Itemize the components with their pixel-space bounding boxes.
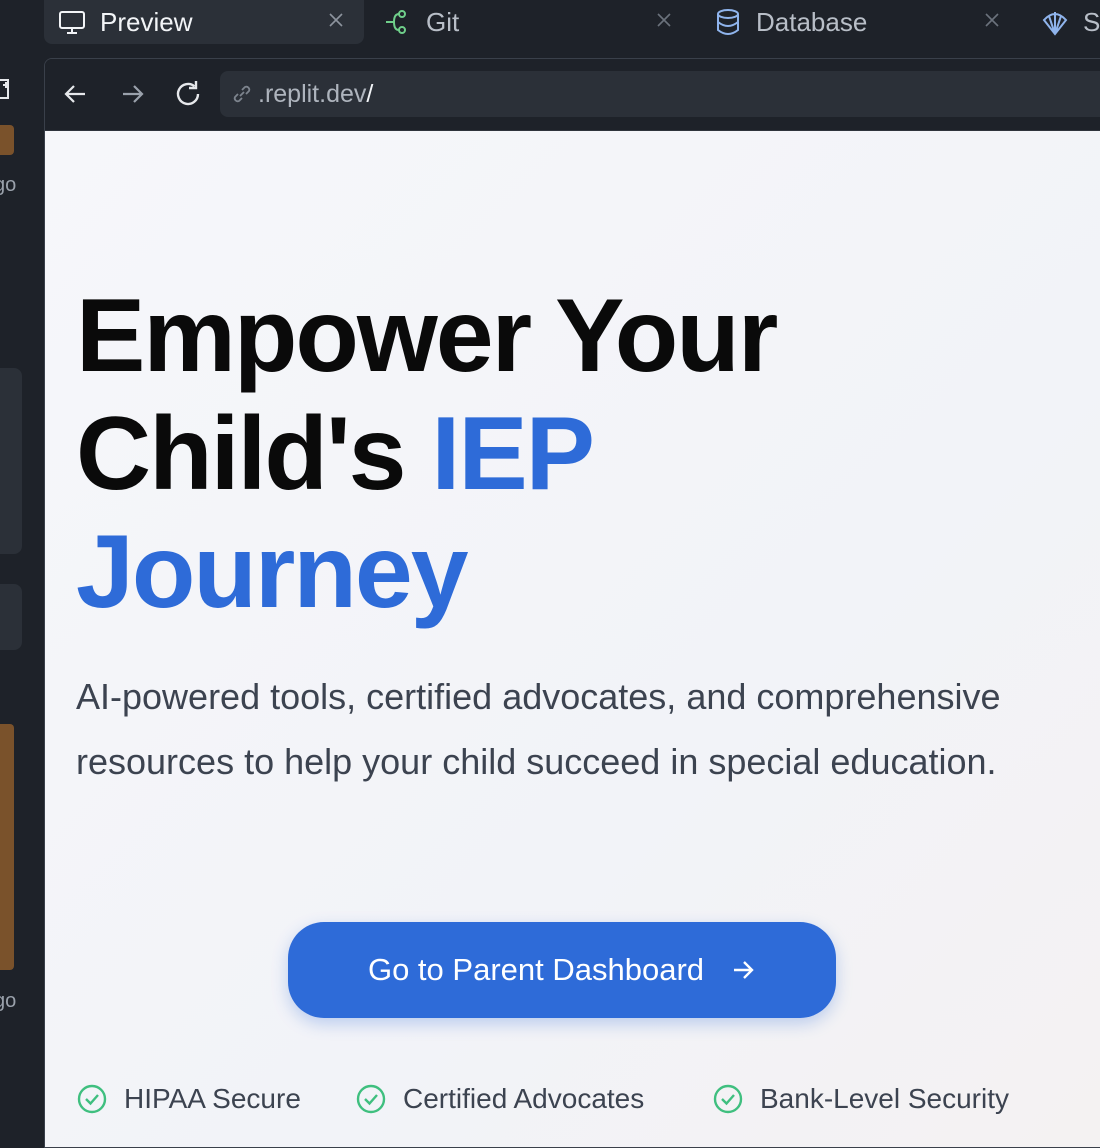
url-bar[interactable]: .replit.dev /: [220, 71, 1100, 117]
arrow-right-icon: [734, 961, 754, 979]
trust-badge-label: Bank-Level Security: [760, 1083, 1010, 1114]
headline-accent-journey: Journey: [76, 514, 469, 630]
sidebar-card[interactable]: [0, 125, 14, 155]
tab-label: Database: [756, 6, 868, 37]
check-circle-icon: [713, 1084, 743, 1114]
sidebar-card[interactable]: [0, 724, 14, 970]
tab-label: Git: [426, 6, 460, 37]
headline-line-2: Child's: [76, 396, 432, 512]
shell-icon: [1042, 12, 1068, 36]
refresh-icon: [176, 81, 200, 106]
hero-headline: Empower Your Child's IEP Journey: [76, 277, 1036, 631]
trust-badge: Certified Advocates: [355, 1083, 644, 1115]
preview-window: .replit.dev / Empower Your Child's IEP Jo…: [44, 58, 1100, 1148]
url-text: .replit.dev: [258, 79, 367, 108]
link-icon: [233, 85, 251, 103]
left-panel: go go: [0, 0, 44, 1144]
tab-preview[interactable]: Preview: [44, 0, 364, 44]
cta-label: Go to Parent Dashboard: [367, 952, 705, 987]
close-icon[interactable]: [324, 8, 348, 32]
back-button[interactable]: [61, 79, 91, 109]
browser-toolbar: .replit.dev /: [45, 59, 1100, 131]
url-suffix: /: [366, 79, 374, 108]
sidebar-fragment-label: go: [0, 990, 16, 1012]
forward-button[interactable]: [117, 79, 147, 109]
arrow-right-icon: [123, 85, 144, 103]
arrow-left-icon: [64, 85, 85, 103]
parent-dashboard-button[interactable]: Go to Parent Dashboard: [288, 922, 836, 1018]
sidebar-card[interactable]: [0, 368, 22, 554]
hero-subheadline: AI-powered tools, certified advocates, a…: [76, 676, 1001, 782]
trust-badge-label: Certified Advocates: [403, 1083, 645, 1114]
headline-line-1: Empower Your: [76, 278, 778, 394]
check-circle-icon: [77, 1084, 107, 1114]
trust-badge: Bank-Level Security: [712, 1083, 1009, 1115]
sidebar-fragment-label: go: [0, 174, 16, 196]
close-icon[interactable]: [980, 8, 1004, 32]
sidebar-card[interactable]: [0, 584, 22, 650]
trust-badge: HIPAA Secure: [76, 1083, 301, 1115]
trust-badge-label: HIPAA Secure: [124, 1083, 301, 1114]
tab-database[interactable]: Database: [714, 0, 1014, 44]
tab-bar: Preview Git Database S: [44, 0, 1100, 44]
git-branch-icon: [386, 10, 406, 34]
database-icon: [717, 9, 739, 35]
tab-label: Preview: [100, 6, 193, 37]
check-circle-icon: [356, 1084, 386, 1114]
tab-shell[interactable]: S: [1041, 0, 1100, 44]
reload-button[interactable]: [173, 79, 203, 109]
tab-git[interactable]: Git: [384, 0, 684, 44]
monitor-icon: [59, 11, 85, 34]
tab-label: S: [1083, 6, 1100, 37]
close-icon[interactable]: [652, 8, 676, 32]
headline-accent-iep: IEP: [431, 396, 595, 512]
add-file-icon[interactable]: [0, 78, 14, 100]
landing-page: Empower Your Child's IEP Journey AI-powe…: [45, 131, 1100, 1147]
